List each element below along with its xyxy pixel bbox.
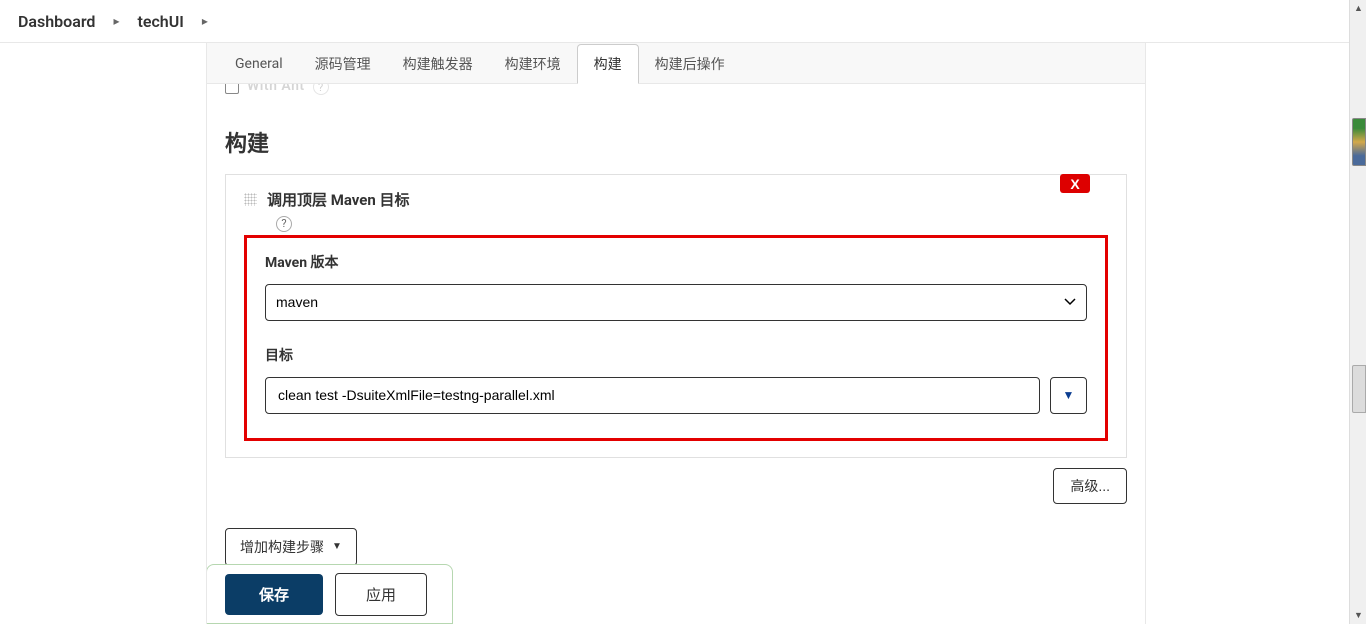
tab-scm[interactable]: 源码管理 — [299, 44, 387, 84]
sidebar-peek-widget-2[interactable] — [1352, 365, 1366, 413]
breadcrumb: Dashboard ▸ techUI ▸ — [0, 0, 1366, 43]
save-button[interactable]: 保存 — [225, 574, 323, 615]
add-build-step-label: 增加构建步骤 — [240, 537, 324, 557]
advanced-button[interactable]: 高级... — [1053, 468, 1127, 504]
delete-step-button[interactable]: X — [1060, 174, 1090, 193]
tab-env[interactable]: 构建环境 — [489, 44, 577, 84]
with-ant-checkbox[interactable] — [225, 84, 239, 94]
apply-button[interactable]: 应用 — [335, 573, 427, 616]
vertical-scrollbar[interactable]: ▲ ▼ — [1349, 0, 1366, 624]
build-step-maven: X 调用顶层 Maven 目标 ? Maven 版本 maven — [225, 174, 1127, 458]
chevron-right-icon: ▸ — [202, 14, 208, 28]
goals-input[interactable] — [265, 377, 1040, 414]
goals-label: 目标 — [265, 345, 1087, 365]
build-step-title: 调用顶层 Maven 目标 — [267, 189, 410, 210]
breadcrumb-dashboard[interactable]: Dashboard — [18, 12, 95, 31]
expand-goals-button[interactable]: ▼ — [1050, 377, 1087, 414]
with-ant-row: With Ant ? — [225, 84, 1127, 98]
add-build-step-button[interactable]: 增加构建步骤 ▼ — [225, 528, 357, 566]
footer-actions: 保存 应用 — [207, 564, 453, 624]
goals-field: 目标 ▼ — [265, 345, 1087, 414]
scroll-up-icon[interactable]: ▲ — [1350, 0, 1366, 17]
content-body: With Ant ? 构建 X 调用顶层 Maven 目标 ? Maven 版本 — [207, 84, 1145, 624]
config-tabs: General 源码管理 构建触发器 构建环境 构建 构建后操作 — [207, 43, 1145, 84]
tab-general[interactable]: General — [219, 44, 299, 84]
main-content: General 源码管理 构建触发器 构建环境 构建 构建后操作 With An… — [206, 43, 1146, 624]
help-icon[interactable]: ? — [313, 84, 329, 95]
advanced-row: 高级... — [225, 468, 1127, 504]
drag-handle-icon[interactable] — [244, 193, 257, 206]
build-step-help-row: ? — [268, 214, 1108, 231]
chevron-right-icon: ▸ — [113, 14, 119, 28]
with-ant-label: With Ant — [247, 84, 305, 94]
tab-build[interactable]: 构建 — [577, 44, 639, 84]
scroll-down-icon[interactable]: ▼ — [1350, 607, 1366, 624]
tab-triggers[interactable]: 构建触发器 — [387, 44, 489, 84]
highlighted-fields: Maven 版本 maven 目标 ▼ — [244, 235, 1108, 441]
sidebar-peek-widget[interactable] — [1352, 118, 1366, 166]
help-icon[interactable]: ? — [276, 216, 292, 232]
build-step-header: 调用顶层 Maven 目标 — [244, 189, 1108, 210]
maven-version-select[interactable]: maven — [265, 284, 1087, 321]
maven-version-label: Maven 版本 — [265, 252, 1087, 272]
maven-version-field: Maven 版本 maven — [265, 252, 1087, 321]
tab-post-build[interactable]: 构建后操作 — [639, 44, 741, 84]
breadcrumb-project[interactable]: techUI — [137, 12, 183, 31]
build-section-title: 构建 — [225, 126, 1127, 158]
caret-down-icon: ▼ — [332, 541, 342, 552]
